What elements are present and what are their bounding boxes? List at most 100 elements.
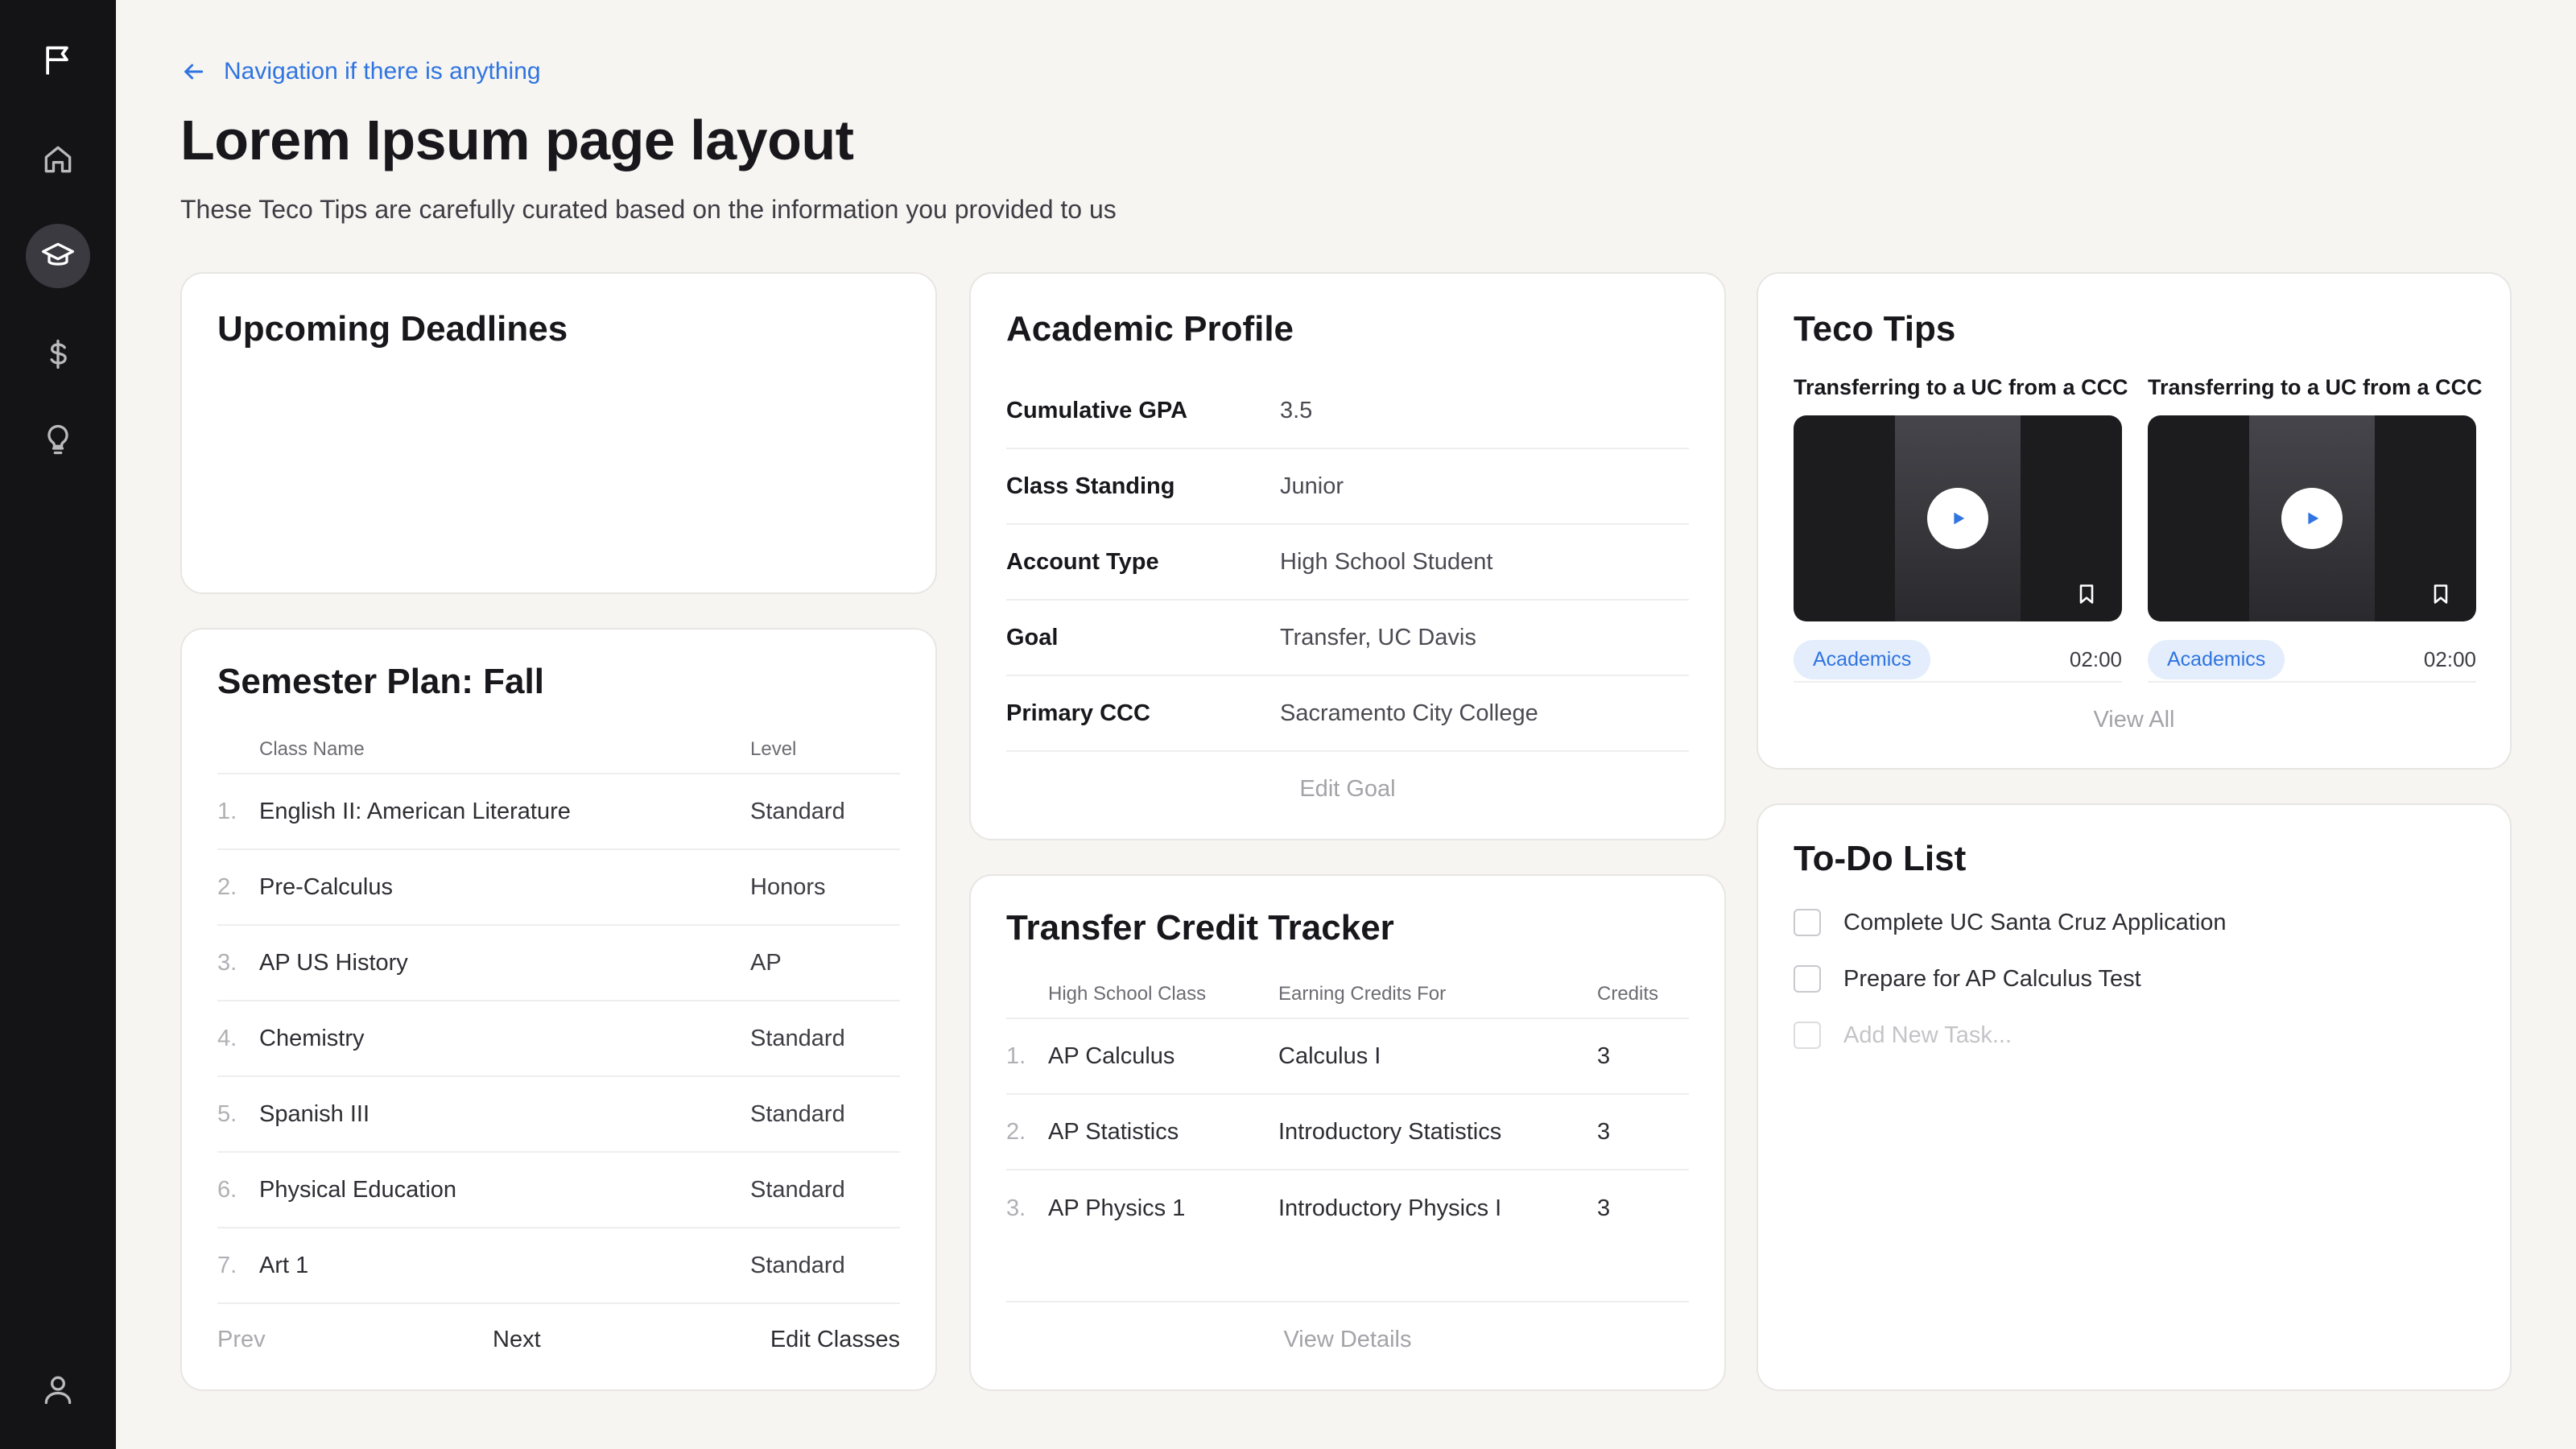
card-title: Academic Profile xyxy=(1006,309,1294,349)
todo-checkbox[interactable] xyxy=(1794,965,1821,993)
row-number: 3. xyxy=(217,949,237,976)
row-number: 1. xyxy=(1006,1042,1026,1069)
profile-label: Cumulative GPA xyxy=(1006,397,1188,423)
profile-value: Transfer, UC Davis xyxy=(1280,624,1476,650)
earning-credits-for: Calculus I xyxy=(1278,1042,1381,1069)
profile-label: Class Standing xyxy=(1006,473,1175,499)
video-thumbnail[interactable] xyxy=(1794,415,2122,621)
high-school-class: AP Physics 1 xyxy=(1048,1195,1186,1221)
sidebar xyxy=(0,0,116,1449)
view-all-button[interactable]: View All xyxy=(1758,707,2510,733)
class-name: Pre-Calculus xyxy=(259,873,393,900)
table-row[interactable]: 3. AP US History AP xyxy=(217,926,900,1001)
earning-credits-for: Introductory Statistics xyxy=(1278,1118,1502,1145)
play-icon xyxy=(1954,512,1965,525)
table-row[interactable]: 7. Art 1 Standard xyxy=(217,1228,900,1304)
category-tag[interactable]: Academics xyxy=(1794,639,1931,679)
tip-title: Transferring to a UC from a CCC xyxy=(2148,375,2483,399)
row-number: 4. xyxy=(217,1025,237,1051)
table-header: High School Class Earning Credits For Cr… xyxy=(1006,971,1689,1019)
view-details-button[interactable]: View Details xyxy=(971,1327,1724,1353)
column-header-earning-credits-for: Earning Credits For xyxy=(1278,983,1447,1005)
profile-row: Class Standing Junior xyxy=(1006,449,1689,525)
row-number: 1. xyxy=(217,798,237,824)
transfer-credit-tracker-card: Transfer Credit Tracker High School Clas… xyxy=(969,874,1726,1391)
todo-item[interactable]: Complete UC Santa Cruz Application xyxy=(1794,906,2227,939)
bookmark-icon[interactable] xyxy=(2429,581,2452,607)
class-name: Art 1 xyxy=(259,1252,309,1278)
table-row[interactable]: 5. Spanish III Standard xyxy=(217,1077,900,1153)
row-number: 7. xyxy=(217,1252,237,1278)
table-row[interactable]: 6. Physical Education Standard xyxy=(217,1153,900,1228)
profile-label: Goal xyxy=(1006,624,1059,650)
add-new-task-input[interactable]: Add New Task... xyxy=(1794,1019,2012,1051)
column-header-class: Class Name xyxy=(259,738,365,760)
credits: 3 xyxy=(1597,1042,1611,1069)
tip-item[interactable]: Transferring to a UC from a CCC Academic… xyxy=(1794,375,2128,683)
back-navigation-link[interactable]: Navigation if there is anything xyxy=(180,55,541,89)
class-level: Standard xyxy=(750,1025,845,1051)
nav-link-label: Navigation if there is anything xyxy=(224,58,541,85)
class-name: AP US History xyxy=(259,949,408,976)
add-new-task-placeholder[interactable]: Add New Task... xyxy=(1843,1022,2012,1049)
profile-value: Sacramento City College xyxy=(1280,700,1538,726)
upcoming-deadlines-card: Upcoming Deadlines xyxy=(180,272,937,594)
card-title: Upcoming Deadlines xyxy=(217,309,568,349)
class-name: Spanish III xyxy=(259,1100,370,1127)
card-title: Semester Plan: Fall xyxy=(217,662,544,701)
profile-label: Primary CCC xyxy=(1006,700,1150,726)
tip-item[interactable]: Transferring to a UC from a CCC Academic… xyxy=(2148,375,2483,683)
table-row[interactable]: 3. AP Physics 1 Introductory Physics I 3 xyxy=(1006,1170,1689,1246)
todo-checkbox xyxy=(1794,1022,1821,1049)
row-number: 6. xyxy=(217,1176,237,1203)
profile-row: Goal Transfer, UC Davis xyxy=(1006,601,1689,676)
todo-list-card: To-Do List Complete UC Santa Cruz Applic… xyxy=(1757,803,2512,1391)
todo-label: Prepare for AP Calculus Test xyxy=(1843,965,2141,992)
class-level: Standard xyxy=(750,1252,845,1278)
column-header-level: Level xyxy=(750,738,797,760)
class-level: Standard xyxy=(750,1176,845,1203)
play-button[interactable] xyxy=(2281,488,2343,549)
edit-classes-button[interactable]: Edit Classes xyxy=(770,1327,900,1353)
dollar-icon[interactable] xyxy=(26,322,90,386)
bookmark-icon[interactable] xyxy=(2075,581,2098,607)
user-icon[interactable] xyxy=(26,1357,90,1422)
prev-button[interactable]: Prev xyxy=(217,1327,266,1353)
table-row[interactable]: 1. AP Calculus Calculus I 3 xyxy=(1006,1019,1689,1095)
card-title: Teco Tips xyxy=(1794,309,1956,349)
semester-plan-card: Semester Plan: Fall Class Name Level 1. … xyxy=(180,628,937,1391)
page-title: Lorem Ipsum page layout xyxy=(180,109,854,171)
next-button[interactable]: Next xyxy=(493,1327,541,1353)
profile-row: Cumulative GPA 3.5 xyxy=(1006,374,1689,449)
teco-tips-card: Teco Tips Transferring to a UC from a CC… xyxy=(1757,272,2512,770)
play-button[interactable] xyxy=(1927,488,1988,549)
profile-value: High School Student xyxy=(1280,548,1493,575)
arrow-left-icon xyxy=(184,64,204,80)
profile-row: Primary CCC Sacramento City College xyxy=(1006,676,1689,752)
video-thumbnail[interactable] xyxy=(2148,415,2476,621)
category-tag[interactable]: Academics xyxy=(2148,639,2285,679)
row-number: 5. xyxy=(217,1100,237,1127)
graduation-cap-icon[interactable] xyxy=(26,224,90,288)
table-row[interactable]: 1. English II: American Literature Stand… xyxy=(217,774,900,850)
row-number: 3. xyxy=(1006,1195,1026,1221)
profile-row: Account Type High School Student xyxy=(1006,525,1689,601)
row-number: 2. xyxy=(1006,1118,1026,1145)
lightbulb-icon[interactable] xyxy=(26,407,90,472)
edit-goal-button[interactable]: Edit Goal xyxy=(971,776,1724,803)
table-row[interactable]: 2. AP Statistics Introductory Statistics… xyxy=(1006,1095,1689,1170)
table-row[interactable]: 4. Chemistry Standard xyxy=(217,1001,900,1077)
class-level: AP xyxy=(750,949,782,976)
card-title: Transfer Credit Tracker xyxy=(1006,908,1394,947)
class-level: Standard xyxy=(750,1100,845,1127)
flag-icon[interactable] xyxy=(26,29,90,93)
row-number: 2. xyxy=(217,873,237,900)
todo-checkbox[interactable] xyxy=(1794,909,1821,936)
table-header: Class Name Level xyxy=(217,726,900,774)
class-level: Honors xyxy=(750,873,826,900)
table-row[interactable]: 2. Pre-Calculus Honors xyxy=(217,850,900,926)
academic-profile-card: Academic Profile Cumulative GPA 3.5 Clas… xyxy=(969,272,1726,840)
tip-meta: Academics 02:00 xyxy=(2148,638,2476,683)
todo-item[interactable]: Prepare for AP Calculus Test xyxy=(1794,963,2141,995)
home-icon[interactable] xyxy=(26,127,90,192)
